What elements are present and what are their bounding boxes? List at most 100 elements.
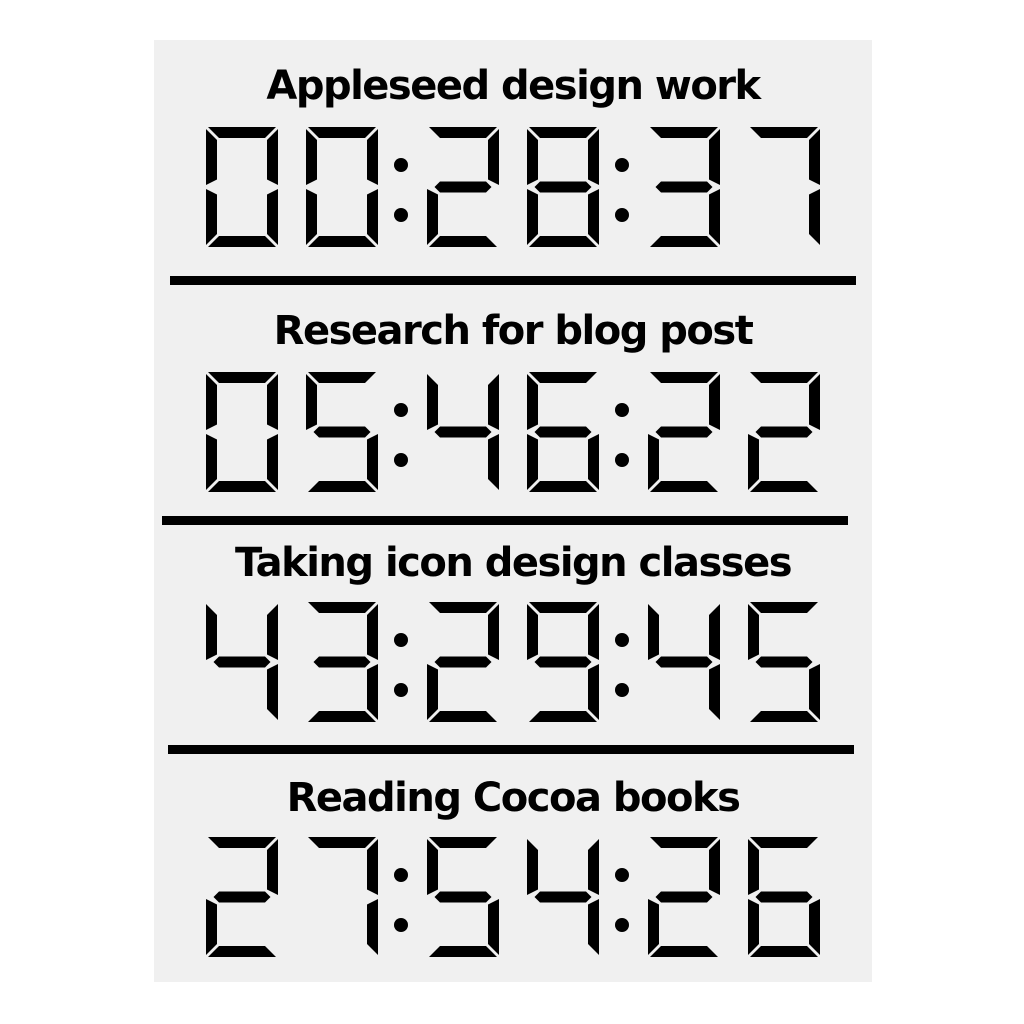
segment-a	[308, 837, 376, 848]
digit-7	[308, 837, 378, 955]
segment-e	[748, 434, 759, 490]
segment-d	[650, 946, 718, 957]
timer-display	[206, 127, 820, 247]
segment-c	[809, 899, 820, 955]
segment-c	[367, 434, 378, 490]
segment-a	[750, 127, 818, 138]
segment-d	[308, 236, 376, 247]
timer-display	[206, 602, 820, 722]
colon-dot	[615, 208, 629, 222]
segment-b	[809, 129, 820, 185]
segment-b	[709, 604, 720, 660]
segment-b	[588, 839, 599, 895]
segment-a	[750, 602, 818, 613]
digit-0	[206, 127, 278, 247]
segment-g	[534, 181, 592, 193]
segment-d	[650, 236, 718, 247]
digit-3	[650, 127, 720, 247]
segment-b	[588, 604, 599, 660]
segment-a	[650, 127, 718, 138]
timer-display	[206, 837, 820, 957]
segment-c	[267, 189, 278, 245]
segment-d	[529, 236, 597, 247]
segment-f	[427, 374, 438, 430]
segment-d	[529, 481, 597, 492]
colon-dot	[394, 683, 408, 697]
segment-b	[588, 129, 599, 185]
segment-c	[488, 434, 499, 490]
timer-entry[interactable]: Research for blog post	[154, 285, 872, 521]
digit-0	[206, 372, 278, 492]
digit-2	[648, 837, 720, 957]
segment-c	[588, 434, 599, 490]
segment-g	[534, 656, 592, 668]
segment-d	[208, 236, 276, 247]
timer-divider	[168, 745, 854, 754]
segment-g	[434, 891, 492, 903]
segment-g	[755, 426, 813, 438]
segment-b	[267, 129, 278, 185]
digit-4	[527, 839, 599, 955]
segment-c	[367, 664, 378, 720]
colon-dot	[615, 868, 629, 882]
segment-a	[650, 372, 718, 383]
segment-e	[648, 899, 659, 955]
segment-c	[367, 899, 378, 955]
segment-b	[709, 839, 720, 895]
timer-entry[interactable]: Reading Cocoa books	[154, 754, 872, 982]
timer-entry[interactable]: Taking icon design classes	[154, 525, 872, 745]
segment-f	[206, 129, 217, 185]
segment-f	[527, 604, 538, 660]
digit-4	[648, 604, 720, 720]
segment-b	[367, 129, 378, 185]
segment-a	[750, 372, 818, 383]
segment-a	[650, 837, 718, 848]
segment-a	[308, 127, 376, 138]
timer-list-panel: Appleseed design work Research for blog …	[154, 40, 872, 982]
segment-g	[434, 181, 492, 193]
segment-d	[208, 946, 276, 957]
segment-g	[755, 891, 813, 903]
segment-e	[748, 899, 759, 955]
segment-d	[429, 946, 497, 957]
segment-a	[429, 837, 497, 848]
digit-6	[527, 372, 599, 492]
segment-a	[529, 372, 597, 383]
timer-title: Taking icon design classes	[234, 540, 793, 586]
segment-a	[429, 602, 497, 613]
segment-f	[748, 839, 759, 895]
segment-d	[308, 711, 376, 722]
segment-c	[809, 189, 820, 245]
segment-b	[367, 604, 378, 660]
digit-4	[427, 374, 499, 490]
segment-b	[267, 604, 278, 660]
segment-g	[655, 891, 713, 903]
segment-b	[809, 374, 820, 430]
digit-4	[206, 604, 278, 720]
timer-divider	[162, 516, 848, 525]
digit-2	[206, 837, 278, 957]
segment-g	[213, 656, 271, 668]
colon-dot	[394, 633, 408, 647]
segment-a	[529, 127, 597, 138]
colon-dot	[615, 633, 629, 647]
segment-d	[529, 711, 597, 722]
segment-g	[655, 656, 713, 668]
segment-e	[427, 664, 438, 720]
segment-e	[527, 189, 538, 245]
colon-dot	[615, 158, 629, 172]
segment-f	[527, 839, 538, 895]
segment-a	[429, 127, 497, 138]
segment-f	[648, 604, 659, 660]
segment-f	[748, 604, 759, 660]
segment-c	[709, 189, 720, 245]
segment-b	[267, 374, 278, 430]
segment-c	[267, 664, 278, 720]
segment-g	[655, 426, 713, 438]
colon-dot	[394, 453, 408, 467]
segment-e	[206, 434, 217, 490]
segment-g	[434, 426, 492, 438]
colon-dot	[615, 683, 629, 697]
segment-c	[367, 189, 378, 245]
timer-entry[interactable]: Appleseed design work	[154, 40, 872, 282]
